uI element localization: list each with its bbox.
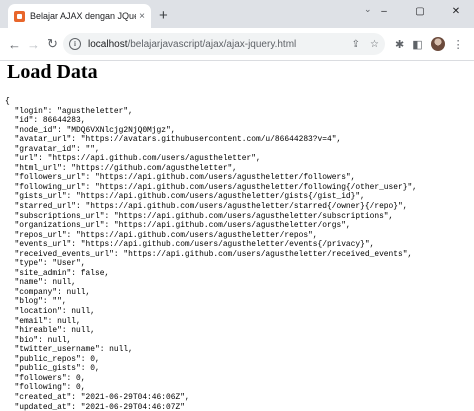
- json-line: "avatar_url": "https://avatars.githubuse…: [14, 135, 342, 145]
- tab-close-button[interactable]: ×: [139, 11, 145, 22]
- share-icon[interactable]: ⇪: [352, 39, 360, 50]
- json-line: "blog": "",: [14, 297, 67, 307]
- html-file-icon: [14, 10, 25, 22]
- page-content: Load Data { "login": "agustheletter", "i…: [0, 61, 474, 411]
- url-path: /belajarjavascript/ajax/ajax-jquery.html: [127, 38, 297, 50]
- json-line: "node_id": "MDQ6VXNlcjg2NjQ0Mjgz",: [14, 125, 176, 135]
- json-line: {: [5, 97, 10, 106]
- json-line: "url": "https://api.github.com/users/agu…: [14, 154, 261, 164]
- json-line: "starred_url": "https://api.github.com/u…: [14, 202, 408, 212]
- json-line: "repos_url": "https://api.github.com/use…: [14, 230, 318, 240]
- json-line: "location": null,: [14, 307, 95, 317]
- json-line: "email": null,: [14, 316, 81, 326]
- json-output: { "login": "agustheletter", "id": 866442…: [5, 97, 417, 411]
- json-line: "following": 0,: [14, 383, 86, 393]
- json-line: "hireable": null,: [14, 326, 95, 336]
- close-window-button[interactable]: ✕: [438, 6, 474, 17]
- menu-kebab-icon[interactable]: ⋮: [453, 38, 464, 51]
- tab-strip: Belajar AJAX dengan JQuery × + ⌄ – ▢ ✕: [0, 0, 474, 28]
- json-line: "created_at": "2021-06-29T04:46:06Z",: [14, 392, 190, 402]
- back-arrow-icon[interactable]: ←: [5, 37, 24, 52]
- browser-toolbar: ← → ↻ i localhost/belajarjavascript/ajax…: [0, 28, 474, 61]
- side-panel-icon[interactable]: ◧: [412, 38, 422, 51]
- json-line: "gists_url": "https://api.github.com/use…: [14, 192, 365, 202]
- json-line: "html_url": "https://github.com/agusthel…: [14, 163, 238, 173]
- json-line: "bio": null,: [14, 335, 72, 345]
- window-controls: – ▢ ✕: [366, 0, 474, 22]
- json-line: "organizations_url": "https://api.github…: [14, 221, 351, 231]
- new-tab-button[interactable]: +: [159, 4, 168, 28]
- address-bar[interactable]: i localhost/belajarjavascript/ajax/ajax-…: [63, 33, 385, 55]
- json-line: "updated_at": "2021-06-29T04:46:07Z": [14, 402, 185, 411]
- page-heading: Load Data: [7, 61, 98, 83]
- url-host: localhost: [88, 38, 128, 50]
- reload-icon[interactable]: ↻: [43, 36, 62, 52]
- forward-arrow-icon[interactable]: →: [24, 37, 43, 52]
- json-line: "events_url": "https://api.github.com/us…: [14, 240, 375, 250]
- maximize-button[interactable]: ▢: [402, 6, 438, 17]
- json-line: "subscriptions_url": "https://api.github…: [14, 211, 394, 221]
- site-info-icon[interactable]: i: [69, 38, 81, 50]
- json-line: "twitter_username": null,: [14, 345, 133, 355]
- minimize-button[interactable]: –: [366, 6, 402, 17]
- json-line: "gravatar_id": "",: [14, 144, 100, 154]
- bookmark-star-icon[interactable]: ☆: [370, 39, 379, 50]
- json-line: "login": "agustheletter",: [14, 106, 133, 116]
- extensions-puzzle-icon[interactable]: ✱: [395, 38, 404, 51]
- tab-title: Belajar AJAX dengan JQuery: [30, 11, 137, 21]
- json-line: "followers_url": "https://api.github.com…: [14, 173, 356, 183]
- json-line: "followers": 0,: [14, 373, 86, 383]
- json-line: "received_events_url": "https://api.gith…: [14, 249, 413, 259]
- url-text[interactable]: localhost/belajarjavascript/ajax/ajax-jq…: [88, 39, 296, 50]
- json-line: "following_url": "https://api.github.com…: [14, 182, 417, 192]
- json-line: "name": null,: [14, 278, 77, 288]
- json-line: "type": "User",: [14, 259, 86, 269]
- json-line: "id": 86644283,: [14, 116, 86, 126]
- json-line: "company": null,: [14, 287, 91, 297]
- profile-avatar[interactable]: [430, 37, 445, 51]
- json-line: "site_admin": false,: [14, 268, 110, 278]
- tab-active[interactable]: Belajar AJAX dengan JQuery ×: [8, 4, 151, 28]
- json-line: "public_gists": 0,: [14, 364, 100, 374]
- json-line: "public_repos": 0,: [14, 354, 100, 364]
